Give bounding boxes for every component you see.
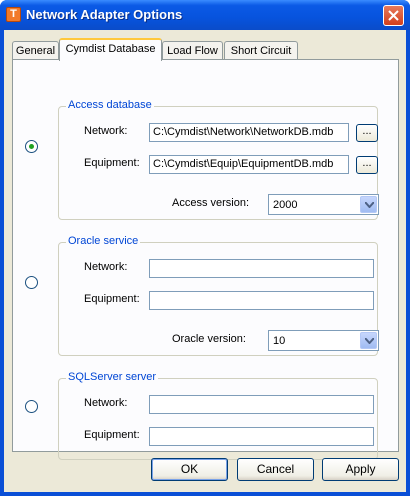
close-icon: [388, 10, 399, 21]
sqlserver-network-label: Network:: [84, 397, 128, 409]
dropdown-button[interactable]: [360, 332, 377, 349]
oracle-equipment-label: Equipment:: [84, 293, 140, 305]
access-equipment-label: Equipment:: [84, 157, 140, 169]
tab-label: Cymdist Database: [65, 43, 156, 55]
oracle-version-label: Oracle version:: [172, 333, 246, 345]
dialog-window: T Network Adapter Options General Cymdis…: [0, 0, 410, 496]
tab-short-circuit[interactable]: Short Circuit: [224, 41, 298, 60]
oracle-network-label: Network:: [84, 261, 128, 273]
sqlserver-group-title: SQLServer server: [66, 371, 159, 383]
dialog-body: General Cymdist Database Load Flow Short…: [4, 30, 406, 492]
tab-load-flow[interactable]: Load Flow: [162, 41, 223, 60]
access-network-label: Network:: [84, 125, 128, 137]
access-radio[interactable]: [25, 140, 38, 153]
tab-label: Short Circuit: [230, 45, 292, 57]
access-version-label: Access version:: [172, 197, 250, 209]
cancel-button[interactable]: Cancel: [237, 458, 314, 481]
tab-label: General: [15, 45, 56, 57]
sqlserver-equipment-label: Equipment:: [84, 429, 140, 441]
access-equipment-browse-button[interactable]: ...: [356, 156, 378, 174]
access-group: Access database Network: C:\Cymdist\Netw…: [58, 99, 379, 220]
tab-panel: Access database Network: C:\Cymdist\Netw…: [12, 59, 399, 460]
sqlserver-radio[interactable]: [25, 400, 38, 413]
apply-button[interactable]: Apply: [322, 458, 399, 481]
chevron-down-icon: [365, 202, 374, 208]
chevron-down-icon: [365, 338, 374, 344]
radio-selected-dot: [29, 144, 34, 149]
access-network-input[interactable]: C:\Cymdist\Network\NetworkDB.mdb: [149, 123, 349, 142]
dropdown-button[interactable]: [360, 196, 377, 213]
sqlserver-network-input[interactable]: [149, 395, 374, 414]
oracle-group-title: Oracle service: [66, 235, 141, 247]
tab-cymdist-database[interactable]: Cymdist Database: [59, 38, 162, 61]
sqlserver-equipment-input[interactable]: [149, 427, 374, 446]
access-equipment-input[interactable]: C:\Cymdist\Equip\EquipmentDB.mdb: [149, 155, 349, 174]
tab-label: Load Flow: [167, 45, 218, 57]
oracle-version-value: 10: [273, 335, 286, 347]
tab-general[interactable]: General: [12, 41, 59, 60]
close-button[interactable]: [383, 5, 404, 26]
oracle-group: Oracle service Network: Equipment: Oracl…: [58, 235, 379, 356]
oracle-radio[interactable]: [25, 276, 38, 289]
oracle-equipment-input[interactable]: [149, 291, 374, 310]
sqlserver-group: SQLServer server Network: Equipment:: [58, 371, 378, 460]
ok-button[interactable]: OK: [151, 458, 228, 481]
window-title: Network Adapter Options: [26, 7, 183, 22]
access-version-select[interactable]: 2000: [268, 194, 379, 215]
access-group-title: Access database: [66, 99, 154, 111]
app-icon: T: [6, 7, 21, 22]
oracle-network-input[interactable]: [149, 259, 374, 278]
access-version-value: 2000: [273, 199, 298, 211]
access-network-browse-button[interactable]: ...: [356, 124, 378, 142]
oracle-version-select[interactable]: 10: [268, 330, 379, 351]
title-bar[interactable]: T Network Adapter Options: [0, 0, 410, 30]
